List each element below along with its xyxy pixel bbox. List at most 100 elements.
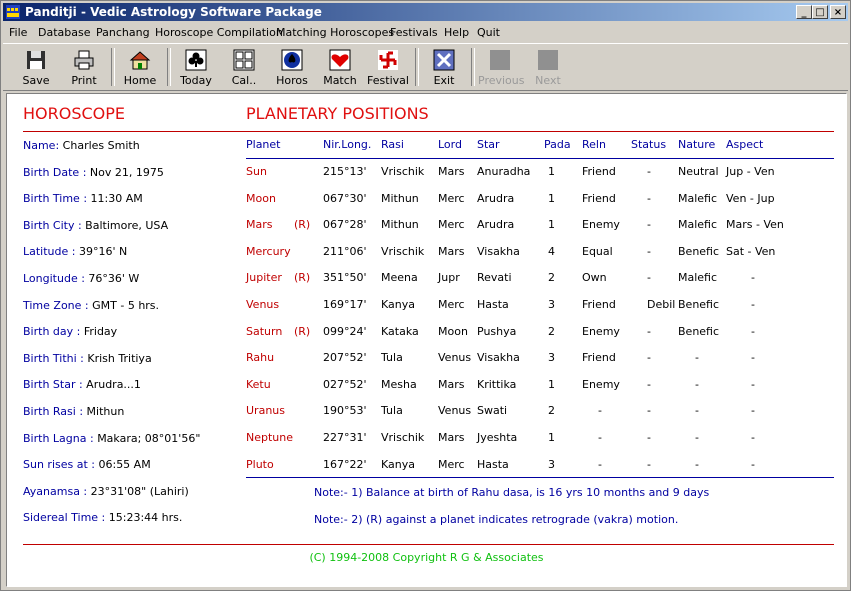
- previous-button[interactable]: Previous: [478, 46, 525, 88]
- menu-horoscope-compilation[interactable]: Horoscope Compilation: [155, 26, 283, 39]
- column-header: Status: [631, 138, 667, 151]
- horoscope-field: Birth Star : Arudra...1: [23, 378, 141, 391]
- table-cell: 067°28': [323, 218, 367, 232]
- close-button[interactable]: ×: [830, 5, 846, 19]
- table-cell: 3: [548, 298, 555, 311]
- table-cell: Moon: [438, 324, 468, 338]
- table-cell: -: [647, 244, 651, 258]
- table-cell: 1: [548, 218, 555, 232]
- table-cell: -: [647, 165, 651, 178]
- field-value: GMT - 5 hrs.: [92, 298, 160, 312]
- table-cell: Visakha: [477, 351, 520, 365]
- table-cell: Vrischik: [381, 244, 425, 258]
- table-cell: 351°50': [323, 271, 367, 285]
- table-cell: Friend: [582, 351, 616, 365]
- table-cell: -: [695, 431, 699, 444]
- notes-divider: [246, 477, 834, 478]
- column-header: Reln: [582, 138, 606, 151]
- table-cell: Sat - Ven: [726, 244, 776, 258]
- table-cell: -: [647, 218, 651, 232]
- table-cell: Hasta: [477, 298, 509, 311]
- spade-icon: [281, 49, 303, 71]
- horoscope-field: Birth day : Friday: [23, 325, 117, 338]
- table-cell: -: [695, 457, 699, 471]
- field-label: Time Zone :: [23, 298, 89, 312]
- table-cell: Benefic: [678, 324, 720, 338]
- save-button[interactable]: Save: [14, 46, 58, 88]
- menu-database[interactable]: Database: [38, 26, 91, 39]
- menu-panchang[interactable]: Panchang: [96, 26, 150, 39]
- table-cell: 027°52': [323, 377, 367, 391]
- table-cell: -: [647, 431, 651, 444]
- planet-name: Ketu: [246, 377, 271, 391]
- planet-name: Saturn: [246, 324, 283, 338]
- planetary-positions-heading: PLANETARY POSITIONS: [246, 104, 429, 123]
- maximize-button[interactable]: □: [812, 5, 828, 19]
- column-header: Nir.Long.: [323, 138, 372, 151]
- table-cell: -: [751, 457, 755, 471]
- printer-icon: [74, 50, 94, 70]
- floppy-disk-icon: [27, 51, 45, 69]
- table-cell: Own: [582, 271, 607, 285]
- horos-button[interactable]: Horos: [270, 46, 314, 88]
- horoscope-field: Ayanamsa : 23°31'08" (Lahiri): [23, 485, 189, 498]
- field-value: Arudra...1: [86, 378, 141, 392]
- field-value: Nov 21, 1975: [89, 165, 164, 179]
- print-button[interactable]: Print: [62, 46, 106, 88]
- table-cell: -: [598, 404, 602, 418]
- calendar-button[interactable]: Cal..: [222, 46, 266, 88]
- horoscope-field: Latitude : 39°16' N: [23, 245, 127, 258]
- menu-matching-horoscopes[interactable]: Matching Horoscopes: [276, 26, 394, 39]
- title-bar[interactable]: Panditji - Vedic Astrology Software Pack…: [3, 3, 848, 21]
- table-cell: Meena: [381, 271, 418, 285]
- copyright-text: (C) 1994-2008 Copyright R G & Associates: [309, 551, 544, 564]
- horos-label: Horos: [276, 74, 308, 87]
- toolbar-separator: [111, 48, 115, 86]
- table-cell: 227°31': [323, 431, 367, 444]
- planet-name: Moon: [246, 191, 276, 205]
- calendar-icon: [233, 49, 255, 71]
- table-cell: 215°13': [323, 165, 367, 178]
- exit-icon: [433, 49, 455, 71]
- table-cell: Friend: [582, 298, 616, 311]
- horoscope-field: Birth Time : 11:30 AM: [23, 192, 143, 205]
- match-button[interactable]: Match: [318, 46, 362, 88]
- horoscope-field: Sun rises at : 06:55 AM: [23, 458, 151, 471]
- field-label: Latitude :: [23, 245, 76, 259]
- menu-help[interactable]: Help: [444, 26, 469, 39]
- table-cell: Mars: [438, 244, 465, 258]
- menu-file[interactable]: File: [9, 26, 27, 39]
- table-cell: Mesha: [381, 377, 417, 391]
- table-cell: Malefic: [678, 218, 718, 232]
- horoscope-field: Birth Lagna : Makara; 08°01'56": [23, 432, 200, 445]
- next-button[interactable]: Next: [526, 46, 570, 88]
- table-cell: Arudra: [477, 191, 515, 205]
- festival-button[interactable]: Festival: [366, 46, 410, 88]
- today-button[interactable]: Today: [174, 46, 218, 88]
- field-value: Krish Tritiya: [87, 351, 152, 365]
- column-header: Nature: [678, 138, 716, 151]
- window-title: Panditji - Vedic Astrology Software Pack…: [25, 5, 322, 19]
- table-cell: Vrischik: [381, 165, 425, 178]
- field-value: 15:23:44 hrs.: [108, 511, 183, 525]
- home-button[interactable]: Home: [118, 46, 162, 88]
- retrograde-marker: (R): [294, 271, 311, 285]
- field-label: Birth City :: [23, 218, 82, 232]
- field-label: Longitude :: [23, 272, 85, 285]
- table-cell: -: [695, 377, 699, 391]
- table-cell: Merc: [438, 218, 465, 232]
- house-icon: [129, 51, 151, 70]
- menu-festivals[interactable]: Festivals: [390, 26, 438, 39]
- table-cell: 167°22': [323, 457, 367, 471]
- toolbar-separator: [167, 48, 171, 86]
- exit-button[interactable]: Exit: [422, 46, 466, 88]
- minimize-button[interactable]: _: [796, 5, 812, 19]
- menu-quit[interactable]: Quit: [477, 26, 500, 39]
- horoscope-field: Longitude : 76°36' W: [23, 272, 139, 285]
- horoscope-field: Birth Tithi : Krish Tritiya: [23, 352, 152, 365]
- field-value: 23°31'08" (Lahiri): [90, 484, 189, 498]
- table-cell: Tula: [381, 351, 403, 365]
- table-cell: Ven - Jup: [726, 191, 775, 205]
- table-cell: Mars: [438, 431, 465, 444]
- field-label: Birth day :: [23, 325, 81, 339]
